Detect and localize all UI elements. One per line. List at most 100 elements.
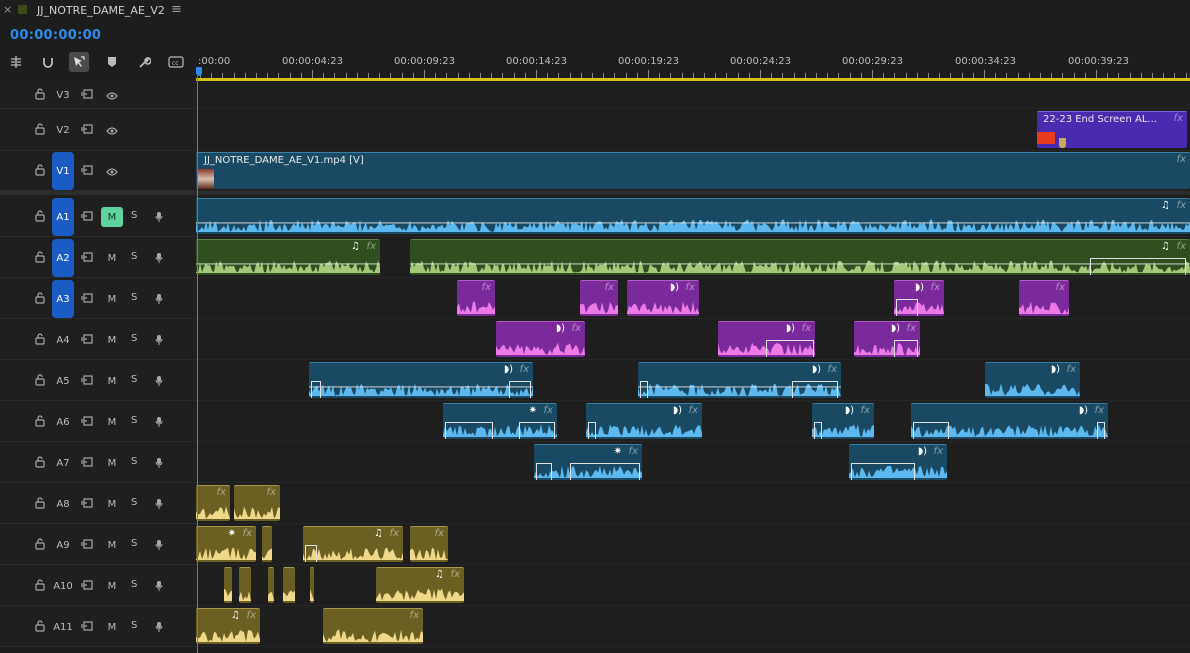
audio-clip[interactable]: fx ♫: [196, 198, 1190, 234]
mute-button[interactable]: M: [101, 248, 123, 268]
transition-handle[interactable]: [305, 545, 317, 562]
sync-lock-icon[interactable]: [81, 416, 93, 429]
audio-clip[interactable]: fx: [1019, 280, 1069, 316]
captions-icon[interactable]: cc: [166, 52, 186, 72]
transition-handle[interactable]: [1090, 258, 1186, 275]
track-target-v2[interactable]: V2: [52, 120, 74, 140]
mute-button[interactable]: M: [101, 535, 123, 555]
video-lane-v3[interactable]: [196, 81, 1190, 109]
solo-button[interactable]: S: [131, 251, 137, 262]
audio-lane-a7[interactable]: fx ✷ fx ◗): [196, 442, 1190, 483]
track-target-v3[interactable]: V3: [52, 85, 74, 105]
transition-handle[interactable]: [445, 422, 493, 439]
video-lane-v1[interactable]: JJ_NOTRE_DAME_AE_V1.mp4 [V] fx: [196, 151, 1190, 191]
transition-handle[interactable]: [570, 463, 640, 480]
sync-lock-icon[interactable]: [81, 124, 93, 137]
track-target-a4[interactable]: A4: [52, 321, 74, 359]
audio-clip[interactable]: fx ♫: [410, 239, 1190, 275]
sync-lock-icon[interactable]: [81, 580, 93, 593]
sync-lock-icon[interactable]: [81, 621, 93, 634]
solo-button[interactable]: S: [131, 620, 137, 631]
timeline-settings-wrench-icon[interactable]: [134, 52, 154, 72]
audio-clip[interactable]: [310, 567, 314, 603]
voice-over-record-icon[interactable]: [155, 416, 163, 431]
audio-lane-a10[interactable]: fx ♫: [196, 565, 1190, 606]
solo-button[interactable]: S: [131, 579, 137, 590]
track-target-a1[interactable]: A1: [52, 198, 74, 236]
sync-lock-icon[interactable]: [81, 293, 93, 306]
audio-clip[interactable]: fx ◗): [985, 362, 1080, 398]
toggle-output-eye-icon[interactable]: [106, 90, 118, 103]
solo-button[interactable]: S: [131, 333, 137, 344]
lock-icon[interactable]: [35, 579, 45, 594]
audio-clip[interactable]: fx ♫: [196, 239, 380, 275]
transition-handle[interactable]: [1097, 422, 1105, 439]
solo-button[interactable]: S: [131, 538, 137, 549]
voice-over-record-icon[interactable]: [155, 211, 163, 226]
audio-clip[interactable]: [239, 567, 251, 603]
sync-lock-icon[interactable]: [81, 252, 93, 265]
audio-clip[interactable]: fx ◗): [894, 280, 944, 316]
solo-button[interactable]: S: [131, 415, 137, 426]
track-target-a5[interactable]: A5: [52, 362, 74, 400]
audio-lane-a4[interactable]: fx ◗) fx ◗) fx ◗): [196, 319, 1190, 360]
voice-over-record-icon[interactable]: [155, 580, 163, 595]
time-ruler[interactable]: :00:00 00:00:04:23 00:00:09:23 00:00:14:23 0…: [196, 50, 1190, 81]
lock-icon[interactable]: [35, 251, 45, 266]
main-video-clip[interactable]: JJ_NOTRE_DAME_AE_V1.mp4 [V] fx: [196, 152, 1190, 189]
audio-lane-a8[interactable]: fx fx: [196, 483, 1190, 524]
lock-icon[interactable]: [35, 333, 45, 348]
mute-button[interactable]: M: [101, 289, 123, 309]
end-screen-graphic-clip[interactable]: 22-23 End Screen AL... fx: [1037, 111, 1187, 148]
audio-clip[interactable]: [283, 567, 295, 603]
sync-lock-icon[interactable]: [81, 334, 93, 347]
solo-button[interactable]: S: [131, 292, 137, 303]
voice-over-record-icon[interactable]: [155, 498, 163, 513]
mute-button[interactable]: M: [101, 453, 123, 473]
insert-sequence-icon[interactable]: [6, 52, 26, 72]
track-target-a2[interactable]: A2: [52, 239, 74, 277]
audio-lane-a6[interactable]: fx ✷ fx ◗) fx ◗) fx ◗): [196, 401, 1190, 442]
transition-handle[interactable]: [536, 463, 552, 480]
audio-clip[interactable]: fx ◗): [849, 444, 947, 480]
audio-clip[interactable]: fx ✷: [443, 403, 557, 439]
voice-over-record-icon[interactable]: [155, 293, 163, 308]
sync-lock-icon[interactable]: [81, 211, 93, 224]
solo-button[interactable]: S: [131, 374, 137, 385]
sync-lock-icon[interactable]: [81, 375, 93, 388]
toggle-output-eye-icon[interactable]: [106, 125, 118, 138]
track-target-a10[interactable]: A10: [52, 567, 74, 605]
sync-lock-icon[interactable]: [81, 89, 93, 102]
playhead-timecode[interactable]: 00:00:00:00: [10, 28, 101, 43]
track-target-a11[interactable]: A11: [52, 608, 74, 646]
transition-handle[interactable]: [509, 381, 531, 398]
transition-handle[interactable]: [913, 422, 949, 439]
transition-handle[interactable]: [896, 299, 918, 316]
audio-lane-a11[interactable]: fx ♫ fx: [196, 606, 1190, 647]
audio-clip[interactable]: fx ◗): [638, 362, 841, 398]
mute-button[interactable]: M: [101, 330, 123, 350]
transition-handle[interactable]: [894, 340, 918, 357]
mute-button[interactable]: M: [101, 412, 123, 432]
track-target-a3[interactable]: A3: [52, 280, 74, 318]
voice-over-record-icon[interactable]: [155, 334, 163, 349]
audio-clip[interactable]: fx ◗): [718, 321, 815, 357]
lock-icon[interactable]: [35, 456, 45, 471]
transition-handle[interactable]: [640, 381, 648, 398]
audio-clip[interactable]: fx ◗): [586, 403, 702, 439]
lock-icon[interactable]: [35, 538, 45, 553]
audio-clip[interactable]: fx: [323, 608, 423, 644]
audio-clip[interactable]: fx ♫: [196, 608, 260, 644]
track-target-a9[interactable]: A9: [52, 526, 74, 564]
audio-clip[interactable]: [224, 567, 232, 603]
keyframe-marker-icon[interactable]: [1059, 138, 1066, 148]
audio-clip[interactable]: fx ◗): [496, 321, 585, 357]
snap-icon[interactable]: [38, 52, 58, 72]
lock-icon[interactable]: [35, 497, 45, 512]
audio-lane-a2[interactable]: fx ♫ fx ♫: [196, 237, 1190, 278]
voice-over-record-icon[interactable]: [155, 252, 163, 267]
audio-lane-a1[interactable]: fx ♫: [196, 196, 1190, 237]
audio-clip[interactable]: fx: [580, 280, 618, 316]
audio-clip[interactable]: fx ◗): [854, 321, 920, 357]
track-target-a7[interactable]: A7: [52, 444, 74, 482]
